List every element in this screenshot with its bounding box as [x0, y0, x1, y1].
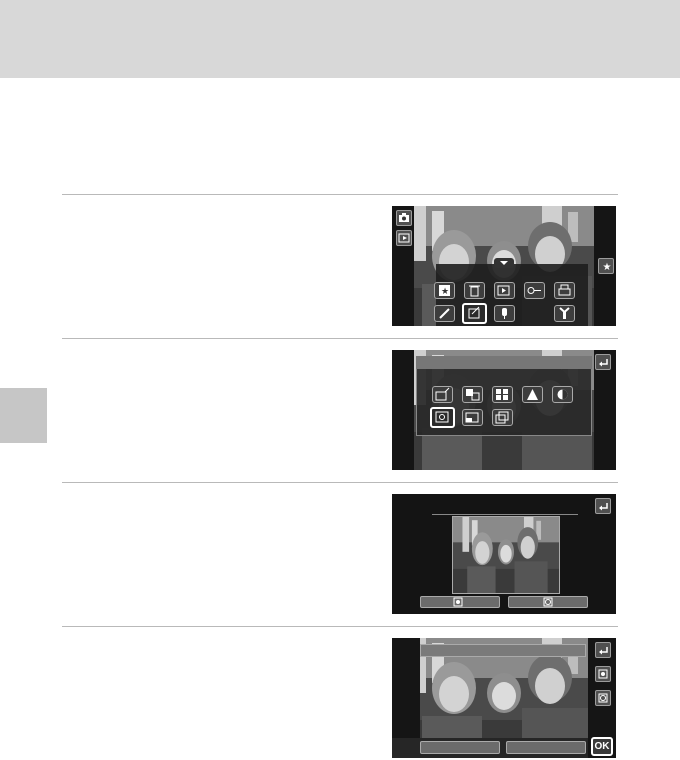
- skin-softening-icon[interactable]: [492, 386, 513, 403]
- step-divider: [62, 194, 618, 195]
- crop-icon[interactable]: [462, 409, 483, 426]
- protect-icon[interactable]: [524, 282, 545, 299]
- step-divider: [62, 482, 618, 483]
- svg-text:★: ★: [603, 262, 612, 273]
- straighten-icon[interactable]: [492, 409, 513, 426]
- favorites-star-icon[interactable]: ★: [598, 258, 614, 274]
- adjust-slot-left[interactable]: [420, 741, 500, 754]
- back-icon[interactable]: [595, 354, 611, 370]
- title-bar: [420, 644, 586, 657]
- glamour-retouch-icon[interactable]: [430, 407, 455, 428]
- left-panel: [392, 350, 414, 470]
- delete-icon[interactable]: [464, 282, 485, 299]
- step-divider: [62, 626, 618, 627]
- filter-effects-icon[interactable]: [522, 386, 543, 403]
- collapse-tab[interactable]: [494, 258, 514, 268]
- ok-button[interactable]: OK: [591, 737, 613, 756]
- step-3-screen: [392, 494, 616, 614]
- back-icon[interactable]: [595, 498, 611, 514]
- slideshow-icon[interactable]: [494, 282, 515, 299]
- step-1-screen: ★ ★: [392, 206, 616, 326]
- adjust-slot-right[interactable]: [506, 741, 586, 754]
- step-2-screen: [392, 350, 616, 470]
- camera-mode-icon[interactable]: [396, 210, 412, 226]
- back-icon[interactable]: [595, 642, 611, 658]
- small-picture-icon[interactable]: [552, 386, 573, 403]
- title-line: [432, 514, 578, 515]
- favorites-icon[interactable]: ★: [434, 282, 455, 299]
- quick-retouch-icon[interactable]: [432, 386, 453, 403]
- voice-memo-icon[interactable]: [494, 305, 515, 322]
- enlarge-eyes-button[interactable]: [508, 596, 588, 608]
- menu-title-bar: [416, 356, 592, 369]
- svg-text:★: ★: [441, 287, 449, 297]
- setup-icon[interactable]: [554, 305, 575, 322]
- paint-icon[interactable]: [434, 305, 455, 322]
- d-lighting-icon[interactable]: [462, 386, 483, 403]
- step-4-screen: OK: [392, 638, 616, 758]
- slim-face-button[interactable]: [420, 596, 500, 608]
- face-slim-icon[interactable]: [595, 666, 611, 682]
- retouch-icon[interactable]: [462, 303, 487, 324]
- print-order-icon[interactable]: [554, 282, 575, 299]
- section-tab: [0, 388, 47, 443]
- eye-enlarge-icon[interactable]: [595, 690, 611, 706]
- page-header: [0, 0, 680, 78]
- playback-mode-icon[interactable]: [396, 230, 412, 246]
- step-divider: [62, 338, 618, 339]
- photo-image: [453, 517, 559, 593]
- photo-preview: [452, 516, 560, 594]
